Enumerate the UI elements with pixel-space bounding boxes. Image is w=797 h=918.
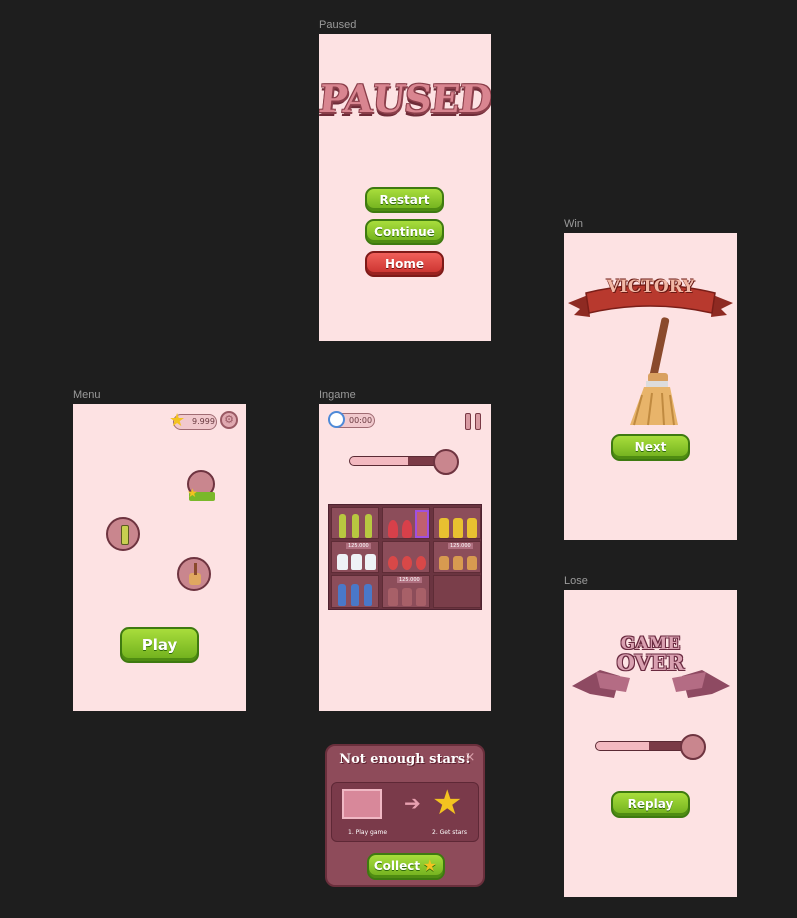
collect-label: Collect [373,859,421,873]
game-over-title-line2: OVER [616,650,685,675]
restart-button[interactable]: Restart [365,187,444,213]
step1-text: 1. Play game [348,829,388,836]
home-button[interactable]: Home [365,251,444,277]
menu-screen: 9.999 ★ ⚙ ★ Play [73,404,246,711]
shelf-cell[interactable] [433,507,481,539]
shelf-cell[interactable]: 125.000 [382,575,430,608]
star-count: 9.999 [192,417,215,426]
continue-button[interactable]: Continue [365,219,444,245]
collect-button[interactable]: Collect ★ [367,853,445,880]
frame-label-win: Win [564,218,583,230]
shelf-cell-empty[interactable] [433,575,481,608]
shelf-grid: 125.000 125.000 125.000 [328,504,482,610]
win-screen: VICTORY Next [564,233,737,540]
selected-slot[interactable] [415,510,429,538]
replay-button[interactable]: Replay [611,791,690,818]
timer-text: 00:00 [349,416,373,425]
shelf-cell[interactable] [331,575,379,608]
step2-text: 2. Get stars [432,829,467,836]
pause-icon[interactable] [465,413,483,430]
close-icon[interactable]: × [463,751,477,765]
reward-star-icon: ★ [187,486,198,500]
bottle-bubble-icon[interactable] [106,517,140,551]
price-tag: 125.000 [397,577,422,583]
lose-progress-broom-icon [680,734,706,760]
shelf-cell[interactable] [331,507,379,539]
play-game-thumbnail-icon [342,789,382,819]
shelf-cell[interactable]: 125.000 [331,541,379,573]
frame-label-ingame: Ingame [319,389,356,401]
frame-label-paused: Paused [319,19,357,31]
popup-steps-panel: ➔ ★ 1. Play game 2. Get stars [331,782,479,842]
victory-banner-text: VICTORY [606,277,695,297]
next-button[interactable]: Next [611,434,690,461]
frame-label-lose: Lose [564,575,588,587]
paused-screen: PAUSED Restart Continue Home [319,34,491,341]
not-enough-stars-popup: Not enough stars! × ➔ ★ 1. Play game 2. … [325,744,485,887]
frame-label-menu: Menu [73,389,101,401]
shelf-cell[interactable]: 125.000 [433,541,481,573]
popup-title: Not enough stars! [339,752,471,767]
broom-icon [630,317,678,426]
price-tag: 125.000 [448,543,473,549]
broom-bubble-icon[interactable] [177,557,211,591]
big-star-icon: ★ [432,783,463,823]
lose-progress-bar [595,741,693,751]
settings-gear-icon[interactable]: ⚙ [220,411,238,429]
star-icon: ★ [169,410,186,431]
lose-screen: GAME OVER Replay [564,590,737,897]
ingame-screen: 00:00 125.000 125.000 125.000 [319,404,491,711]
progress-broom-icon [433,449,459,475]
shelf-cell[interactable] [382,507,430,539]
paused-title: PAUSED [319,76,491,121]
play-button[interactable]: Play [120,627,199,663]
price-tag: 125.000 [346,543,371,549]
clock-icon [328,411,345,428]
collect-star-icon: ★ [422,856,437,875]
shelf-cell[interactable] [382,541,430,573]
arrow-right-icon: ➔ [404,791,421,815]
